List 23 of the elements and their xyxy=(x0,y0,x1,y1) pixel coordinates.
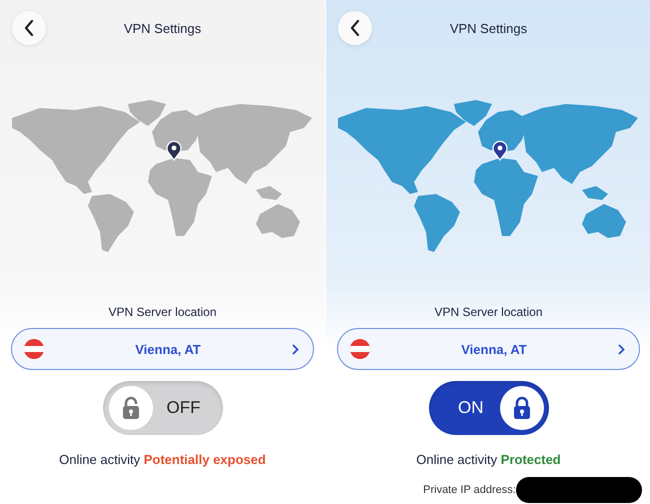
chevron-right-icon xyxy=(292,344,299,354)
chevron-right-icon xyxy=(618,344,625,354)
back-button[interactable] xyxy=(338,11,372,45)
open-padlock-icon xyxy=(122,396,140,420)
chevron-left-icon xyxy=(24,20,34,36)
back-button[interactable] xyxy=(12,11,46,45)
section-label: VPN Server location xyxy=(108,305,217,319)
screen-title: VPN Settings xyxy=(124,20,202,36)
status-text: Online activity Potentially exposed xyxy=(59,452,266,467)
austria-flag-icon xyxy=(350,339,370,359)
vpn-toggle[interactable]: OFF xyxy=(102,381,222,435)
screen-title: VPN Settings xyxy=(450,20,528,36)
vpn-toggle[interactable]: ON xyxy=(428,381,548,435)
server-location-button[interactable]: Vienna, AT xyxy=(337,328,640,370)
location-pin-icon xyxy=(166,140,182,161)
section-label: VPN Server location xyxy=(434,305,543,319)
ip-address-label: Private IP address: xyxy=(423,484,516,496)
locked-padlock-icon xyxy=(512,396,530,420)
location-pin-icon xyxy=(492,140,508,161)
austria-flag-icon xyxy=(24,339,44,359)
server-location-button[interactable]: Vienna, AT xyxy=(11,328,314,370)
status-text: Online activity Protected xyxy=(416,452,561,467)
chevron-left-icon xyxy=(350,20,360,36)
